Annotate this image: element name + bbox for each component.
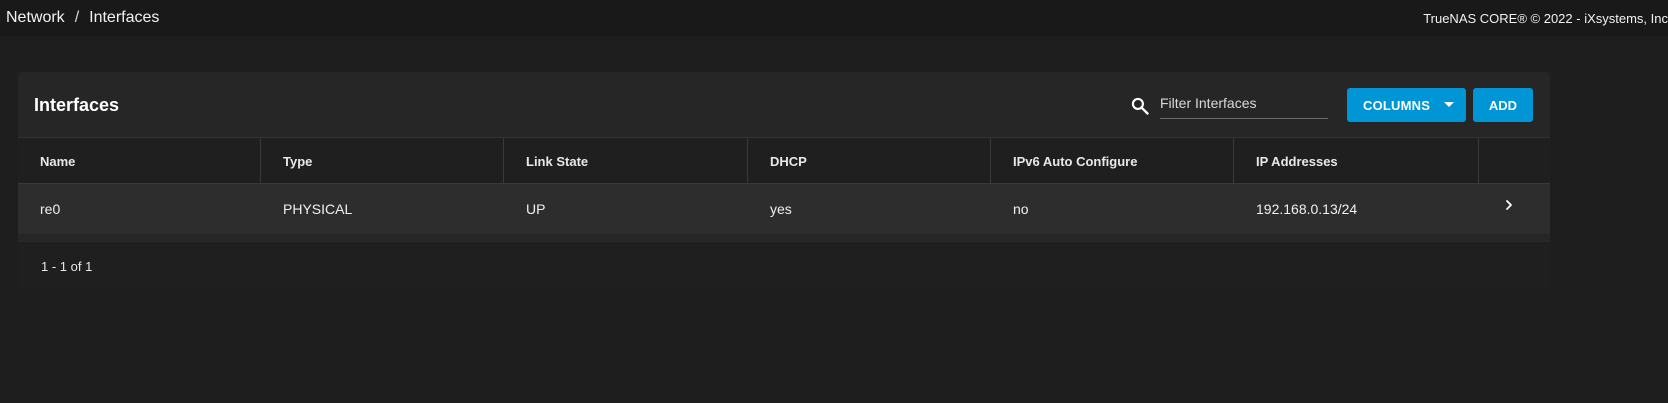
cell-type: PHYSICAL (283, 201, 353, 217)
column-header-name[interactable]: Name (18, 138, 261, 184)
top-bar: Network / Interfaces TrueNAS CORE® © 202… (0, 0, 1668, 36)
cell-ipv6-auto-configure: no (1013, 201, 1029, 217)
caret-down-icon (1444, 102, 1454, 107)
cell-link-state: UP (526, 201, 546, 217)
table-row[interactable]: re0 PHYSICAL UP yes no 192.168.0.13/24 (18, 184, 1550, 234)
cell-name: re0 (40, 201, 61, 217)
card-header: Interfaces COLUMNS ADD (18, 72, 1550, 138)
column-header-link-state[interactable]: Link State (504, 138, 748, 184)
interfaces-card: Interfaces COLUMNS ADD Name Type Link St… (18, 72, 1550, 289)
columns-button[interactable]: COLUMNS (1347, 88, 1466, 122)
table-footer: 1 - 1 of 1 (18, 241, 1550, 289)
breadcrumb-separator: / (74, 9, 80, 26)
filter-search (1130, 90, 1328, 120)
card-title: Interfaces (34, 94, 120, 115)
column-header-dhcp[interactable]: DHCP (748, 138, 991, 184)
table-header-row: Name Type Link State DHCP IPv6 Auto Conf… (18, 138, 1550, 184)
add-button[interactable]: ADD (1473, 88, 1533, 122)
breadcrumb-interfaces: Interfaces (89, 9, 160, 26)
column-header-type[interactable]: Type (261, 138, 504, 184)
cell-ip-addresses: 192.168.0.13/24 (1256, 201, 1358, 217)
breadcrumb-network[interactable]: Network (6, 9, 65, 27)
columns-button-label: COLUMNS (1363, 97, 1431, 113)
column-header-ip-addresses[interactable]: IP Addresses (1234, 138, 1479, 184)
cell-dhcp: yes (770, 201, 792, 217)
pagination-range: 1 - 1 of 1 (41, 258, 93, 274)
search-icon (1131, 97, 1149, 115)
breadcrumb: Network / Interfaces (6, 0, 159, 36)
copyright-text[interactable]: TrueNAS CORE® © 2022 - iXsystems, Inc (1423, 0, 1668, 36)
filter-interfaces-input[interactable] (1160, 90, 1328, 119)
column-header-ipv6-auto-configure[interactable]: IPv6 Auto Configure (991, 138, 1234, 184)
chevron-right-icon[interactable] (1502, 198, 1516, 212)
